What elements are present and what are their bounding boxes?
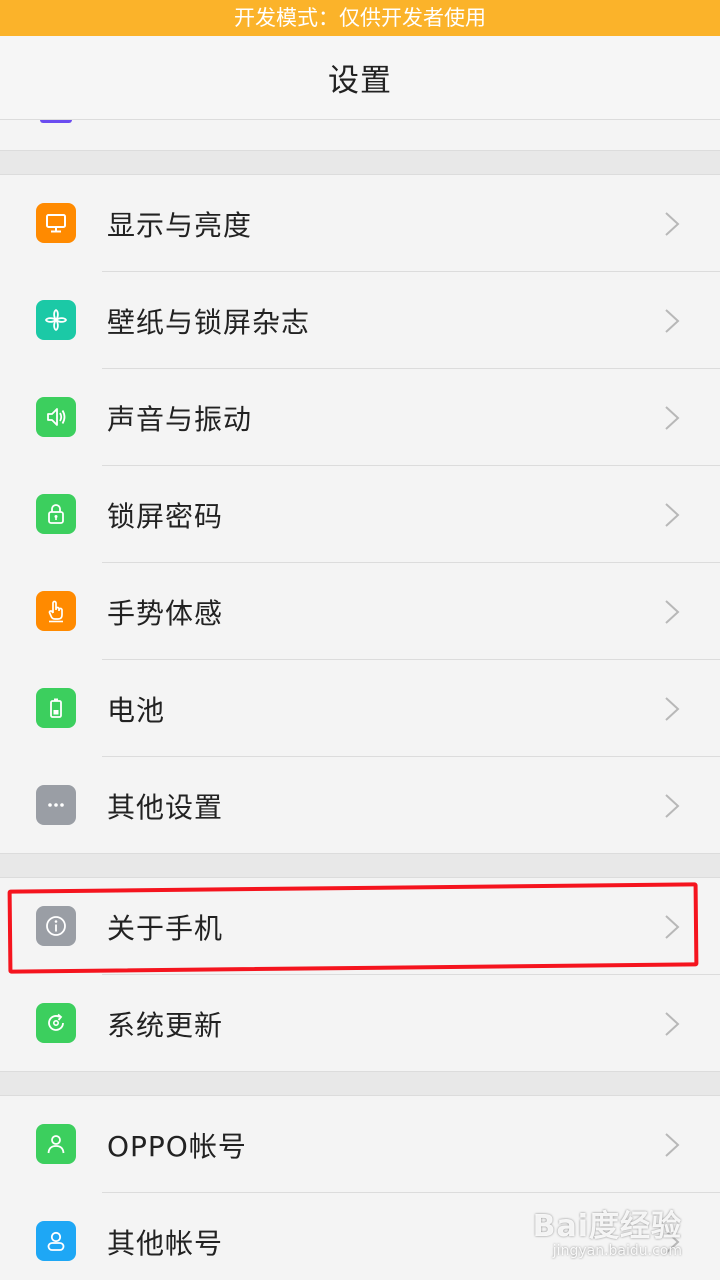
settings-item-system-update[interactable]: 系统更新 xyxy=(0,975,720,1072)
settings-item-sound[interactable]: 声音与振动 xyxy=(0,369,720,466)
settings-item-display[interactable]: 显示与亮度 xyxy=(0,175,720,272)
developer-mode-banner: 开发模式：仅供开发者使用 xyxy=(0,0,720,36)
watermark-url: jingyan.baidu.com xyxy=(552,1243,682,1259)
chevron-right-icon xyxy=(665,212,680,236)
account-icon xyxy=(36,1221,76,1261)
watermark: Bai度经验 jingyan.baidu.com xyxy=(532,1209,682,1259)
pinwheel-icon xyxy=(36,300,76,340)
settings-item-label: 系统更新 xyxy=(107,1008,224,1042)
settings-item-gesture[interactable]: 手势体感 xyxy=(0,563,720,660)
lock-icon xyxy=(36,494,76,534)
settings-item-lock-password[interactable]: 锁屏密码 xyxy=(0,466,720,563)
settings-item-other-settings[interactable]: 其他设置 xyxy=(0,757,720,854)
settings-item-label: 其他帐号 xyxy=(107,1226,224,1260)
display-icon xyxy=(36,203,76,243)
settings-item-label: 锁屏密码 xyxy=(107,499,224,533)
settings-item-wallpaper[interactable]: 壁纸与锁屏杂志 xyxy=(0,272,720,369)
settings-item-label: 声音与振动 xyxy=(107,402,253,436)
speaker-icon xyxy=(36,397,76,437)
settings-group-device: 显示与亮度 壁纸与锁屏杂志 声音与振动 锁屏密码 手势体感 电池 其他设置 xyxy=(0,175,720,854)
settings-item-label: 电池 xyxy=(107,693,166,727)
more-icon xyxy=(36,785,76,825)
settings-item-battery[interactable]: 电池 xyxy=(0,660,720,757)
user-icon xyxy=(36,1124,76,1164)
chevron-right-icon xyxy=(665,697,680,721)
chevron-right-icon xyxy=(665,794,680,818)
title-bar: 设置 xyxy=(0,36,720,120)
chevron-right-icon xyxy=(665,406,680,430)
scrolled-item-remnant xyxy=(0,120,720,151)
chevron-right-icon xyxy=(665,1133,680,1157)
settings-item-label: 关于手机 xyxy=(107,911,224,945)
group-divider xyxy=(0,854,720,878)
watermark-logo: Bai度经验 xyxy=(532,1209,682,1244)
info-icon xyxy=(36,906,76,946)
update-icon xyxy=(36,1003,76,1043)
settings-item-label: 显示与亮度 xyxy=(107,208,253,242)
settings-item-label: OPPO帐号 xyxy=(107,1129,247,1163)
group-divider xyxy=(0,151,720,175)
settings-item-label: 其他设置 xyxy=(107,790,224,824)
gesture-hand-icon xyxy=(36,591,76,631)
chevron-right-icon xyxy=(665,915,680,939)
chevron-right-icon xyxy=(665,1012,680,1036)
settings-item-oppo-account[interactable]: OPPO帐号 xyxy=(0,1096,720,1193)
settings-item-label: 壁纸与锁屏杂志 xyxy=(107,305,311,339)
settings-group-system: 关于手机 系统更新 xyxy=(0,878,720,1072)
settings-item-label: 手势体感 xyxy=(107,596,224,630)
chevron-right-icon xyxy=(665,503,680,527)
developer-mode-text: 开发模式：仅供开发者使用 xyxy=(234,6,486,30)
chevron-right-icon xyxy=(665,600,680,624)
settings-item-about-phone[interactable]: 关于手机 xyxy=(0,878,720,975)
page-title: 设置 xyxy=(328,63,392,99)
chevron-right-icon xyxy=(665,309,680,333)
battery-icon xyxy=(36,688,76,728)
settings-screen: 开发模式：仅供开发者使用 设置 显示与亮度 壁纸与锁屏杂志 声音与振动 锁屏密码… xyxy=(0,0,720,1280)
partial-icon xyxy=(40,120,72,123)
group-divider xyxy=(0,1072,720,1096)
